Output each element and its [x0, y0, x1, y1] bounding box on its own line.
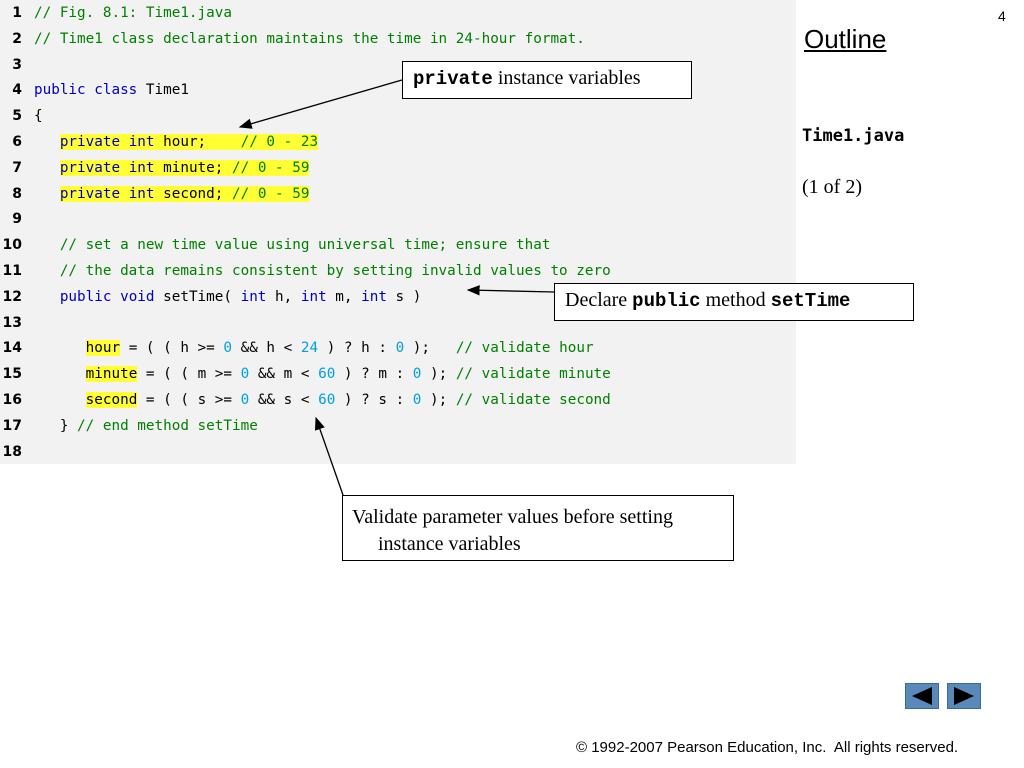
copyright: © 1992-2007 Pearson Education, Inc. All … [576, 739, 959, 756]
arrow-to-validation [314, 416, 344, 496]
next-slide-button[interactable] [947, 683, 981, 709]
callout-arrows [238, 79, 555, 496]
arrow-to-fields [238, 79, 403, 129]
triangle-left-icon [912, 687, 932, 705]
triangle-right-icon [954, 687, 974, 705]
arrow-to-settime [466, 285, 555, 296]
prev-slide-button[interactable] [905, 683, 939, 709]
